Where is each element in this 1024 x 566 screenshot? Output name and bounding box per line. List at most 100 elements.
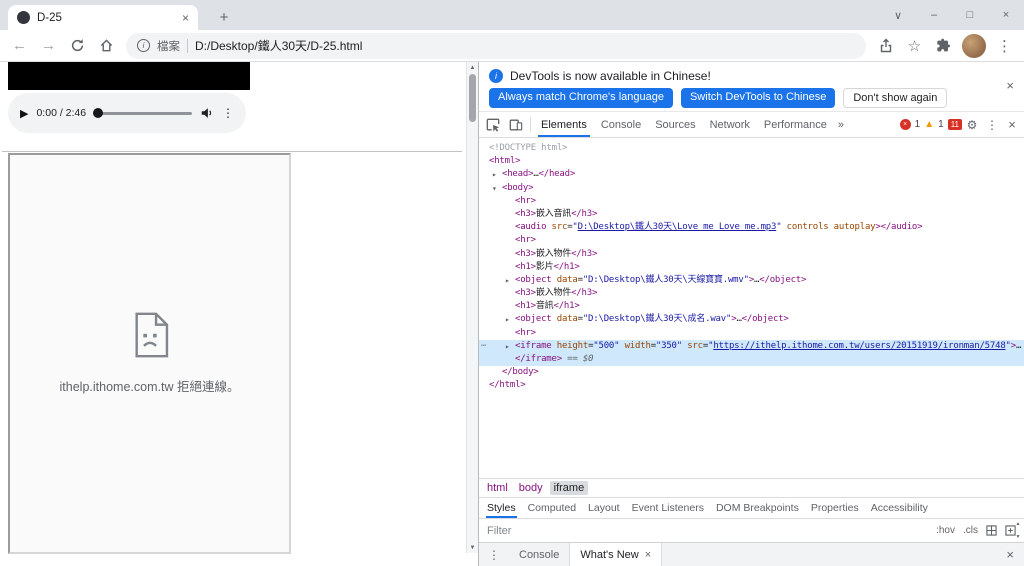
new-tab-button[interactable]: + [212, 5, 236, 29]
extensions-puzzle-icon[interactable] [930, 32, 957, 59]
scroll-down-icon[interactable]: ▼ [1012, 532, 1024, 542]
expand-arrow-icon[interactable]: ▸ [505, 340, 510, 353]
profile-avatar[interactable] [962, 33, 986, 58]
tree-node[interactable]: <hr> [479, 234, 1024, 247]
expand-arrow-icon[interactable]: ▸ [505, 274, 510, 287]
iframe-error-message: ithelp.ithome.com.tw 拒絕連線。 [59, 380, 240, 394]
home-icon[interactable] [93, 32, 120, 59]
inspect-element-icon[interactable] [481, 112, 504, 137]
breadcrumb-html[interactable]: html [483, 481, 512, 495]
audio-play-icon[interactable]: ▶ [20, 107, 28, 120]
grid-icon[interactable] [986, 525, 997, 536]
tree-node[interactable]: <audio src="D:\Desktop\鐵人30天\Love_me_Lov… [479, 221, 1024, 234]
dont-show-again-button[interactable]: Don't show again [843, 88, 948, 108]
maximize-button[interactable]: □ [952, 0, 988, 30]
breadcrumb-body[interactable]: body [515, 481, 547, 495]
bookmark-star-icon[interactable]: ☆ [901, 32, 928, 59]
tab-computed[interactable]: Computed [522, 498, 582, 518]
infobar-close-icon[interactable]: × [1006, 78, 1014, 93]
url-text[interactable]: D:/Desktop/鐵人30天/D-25.html [195, 37, 362, 54]
drawer-menu-icon[interactable]: ⋮ [479, 548, 509, 562]
tab-styles[interactable]: Styles [481, 498, 522, 518]
tab-event-listeners[interactable]: Event Listeners [626, 498, 710, 518]
breadcrumb-iframe[interactable]: iframe [549, 481, 589, 495]
audio-seek-slider[interactable] [93, 108, 192, 118]
code-token: </h1> [553, 261, 580, 272]
minimize-button[interactable]: – [916, 0, 952, 30]
collapse-arrow-icon[interactable]: ▾ [492, 182, 497, 195]
tab-console[interactable]: Console [594, 112, 648, 137]
styles-filter-input[interactable] [487, 524, 929, 537]
scroll-down-icon[interactable]: ▼ [467, 542, 478, 553]
devtools-close-icon[interactable]: × [1002, 117, 1022, 132]
audio-menu-icon[interactable]: ⋮ [222, 106, 234, 120]
devtools-menu-icon[interactable]: ⋮ [982, 118, 1002, 132]
code-token: </iframe> [515, 354, 562, 364]
hover-state-toggle[interactable]: :hov [936, 525, 955, 536]
issues-badge[interactable]: 11 [947, 119, 962, 130]
code-token: == $0 [561, 354, 594, 364]
browser-tab[interactable]: D-25 × [8, 5, 198, 30]
tree-node[interactable]: <!DOCTYPE html> [479, 142, 1024, 155]
warning-icon[interactable]: ▲ [924, 119, 934, 130]
device-toolbar-icon[interactable] [504, 112, 527, 137]
tree-node[interactable]: </body> [479, 366, 1024, 379]
share-icon[interactable] [872, 32, 899, 59]
page-info-icon[interactable]: i [137, 39, 150, 52]
tree-node[interactable]: <hr> [479, 195, 1024, 208]
back-icon[interactable]: ← [6, 32, 33, 59]
class-toggle[interactable]: .cls [963, 525, 978, 536]
switch-to-chinese-button[interactable]: Switch DevTools to Chinese [680, 88, 836, 108]
expand-arrow-icon[interactable]: ▸ [505, 313, 510, 326]
tree-node[interactable]: ▸ <object data="D:\Desktop\鐵人30天\天線寶寶.wmv… [479, 274, 1024, 287]
tab-dom-breakpoints[interactable]: DOM Breakpoints [710, 498, 805, 518]
tab-elements[interactable]: Elements [534, 112, 594, 137]
window-close-button[interactable]: × [988, 0, 1024, 30]
tree-node[interactable]: ▸ <object data="D:\Desktop\鐵人30天\成名.wav">… [479, 313, 1024, 326]
tree-node[interactable]: <h1>影片</h1> [479, 261, 1024, 274]
tree-node[interactable]: <h3>嵌入物件</h3> [479, 287, 1024, 300]
browser-menu-icon[interactable]: ⋮ [991, 32, 1018, 59]
tree-node[interactable]: <html> [479, 155, 1024, 168]
tree-node[interactable]: ▾ <body> [479, 182, 1024, 195]
tree-node[interactable]: <h3>嵌入音訊</h3> [479, 208, 1024, 221]
page-scrollbar[interactable]: ▲ ▼ [466, 62, 478, 553]
tab-search-chevron-icon[interactable]: ∨ [880, 0, 916, 30]
settings-gear-icon[interactable]: ⚙ [962, 118, 982, 132]
tree-node[interactable]: <hr> [479, 327, 1024, 340]
tab-properties[interactable]: Properties [805, 498, 865, 518]
drawer-tab-whats-new[interactable]: What's New × [569, 543, 663, 566]
info-icon: i [489, 69, 503, 83]
tab-layout[interactable]: Layout [582, 498, 626, 518]
match-language-button[interactable]: Always match Chrome's language [489, 88, 673, 108]
tree-node[interactable]: </iframe> == $0 [479, 353, 1024, 367]
scroll-up-icon[interactable]: ▲ [467, 62, 478, 73]
refresh-icon[interactable] [64, 32, 91, 59]
error-icon[interactable]: × [899, 119, 911, 130]
drawer-close-icon[interactable]: × [996, 547, 1024, 562]
scroll-up-icon[interactable]: ▲ [1012, 519, 1024, 529]
tree-node[interactable]: ▸ <head>…</head> [479, 168, 1024, 181]
more-tabs-icon[interactable]: » [834, 119, 848, 131]
audio-player[interactable]: ▶ 0:00 / 2:46 ⋮ [8, 93, 246, 133]
tab-performance[interactable]: Performance [757, 112, 834, 137]
tree-node[interactable]: ⋯ ▸ <iframe height="500" width="350" src="… [479, 339, 1024, 353]
tree-node[interactable]: <h3>嵌入物件</h3> [479, 248, 1024, 261]
tab-accessibility[interactable]: Accessibility [865, 498, 934, 518]
audio-volume-icon[interactable] [200, 106, 214, 120]
code-token: ></audio> [875, 222, 923, 233]
tab-network[interactable]: Network [703, 112, 757, 137]
scrollbar-thumb[interactable] [469, 74, 476, 122]
tree-node[interactable]: </html> [479, 379, 1024, 392]
address-bar[interactable]: i 檔案 D:/Desktop/鐵人30天/D-25.html [126, 32, 866, 59]
drawer-tab-console[interactable]: Console [509, 543, 569, 566]
audio-seek-thumb[interactable] [93, 108, 104, 118]
expand-arrow-icon[interactable]: ▸ [492, 168, 497, 181]
tree-node[interactable]: <h1>音訊</h1> [479, 300, 1024, 313]
tab-sources[interactable]: Sources [648, 112, 702, 137]
node-more-actions-icon[interactable]: ⋯ [481, 340, 486, 353]
tab-close-icon[interactable]: × [182, 11, 189, 25]
styles-pane-scrollbar[interactable]: ▲ ▼ [1012, 519, 1024, 542]
drawer-tab-close-icon[interactable]: × [645, 549, 651, 561]
forward-icon[interactable]: → [35, 32, 62, 59]
